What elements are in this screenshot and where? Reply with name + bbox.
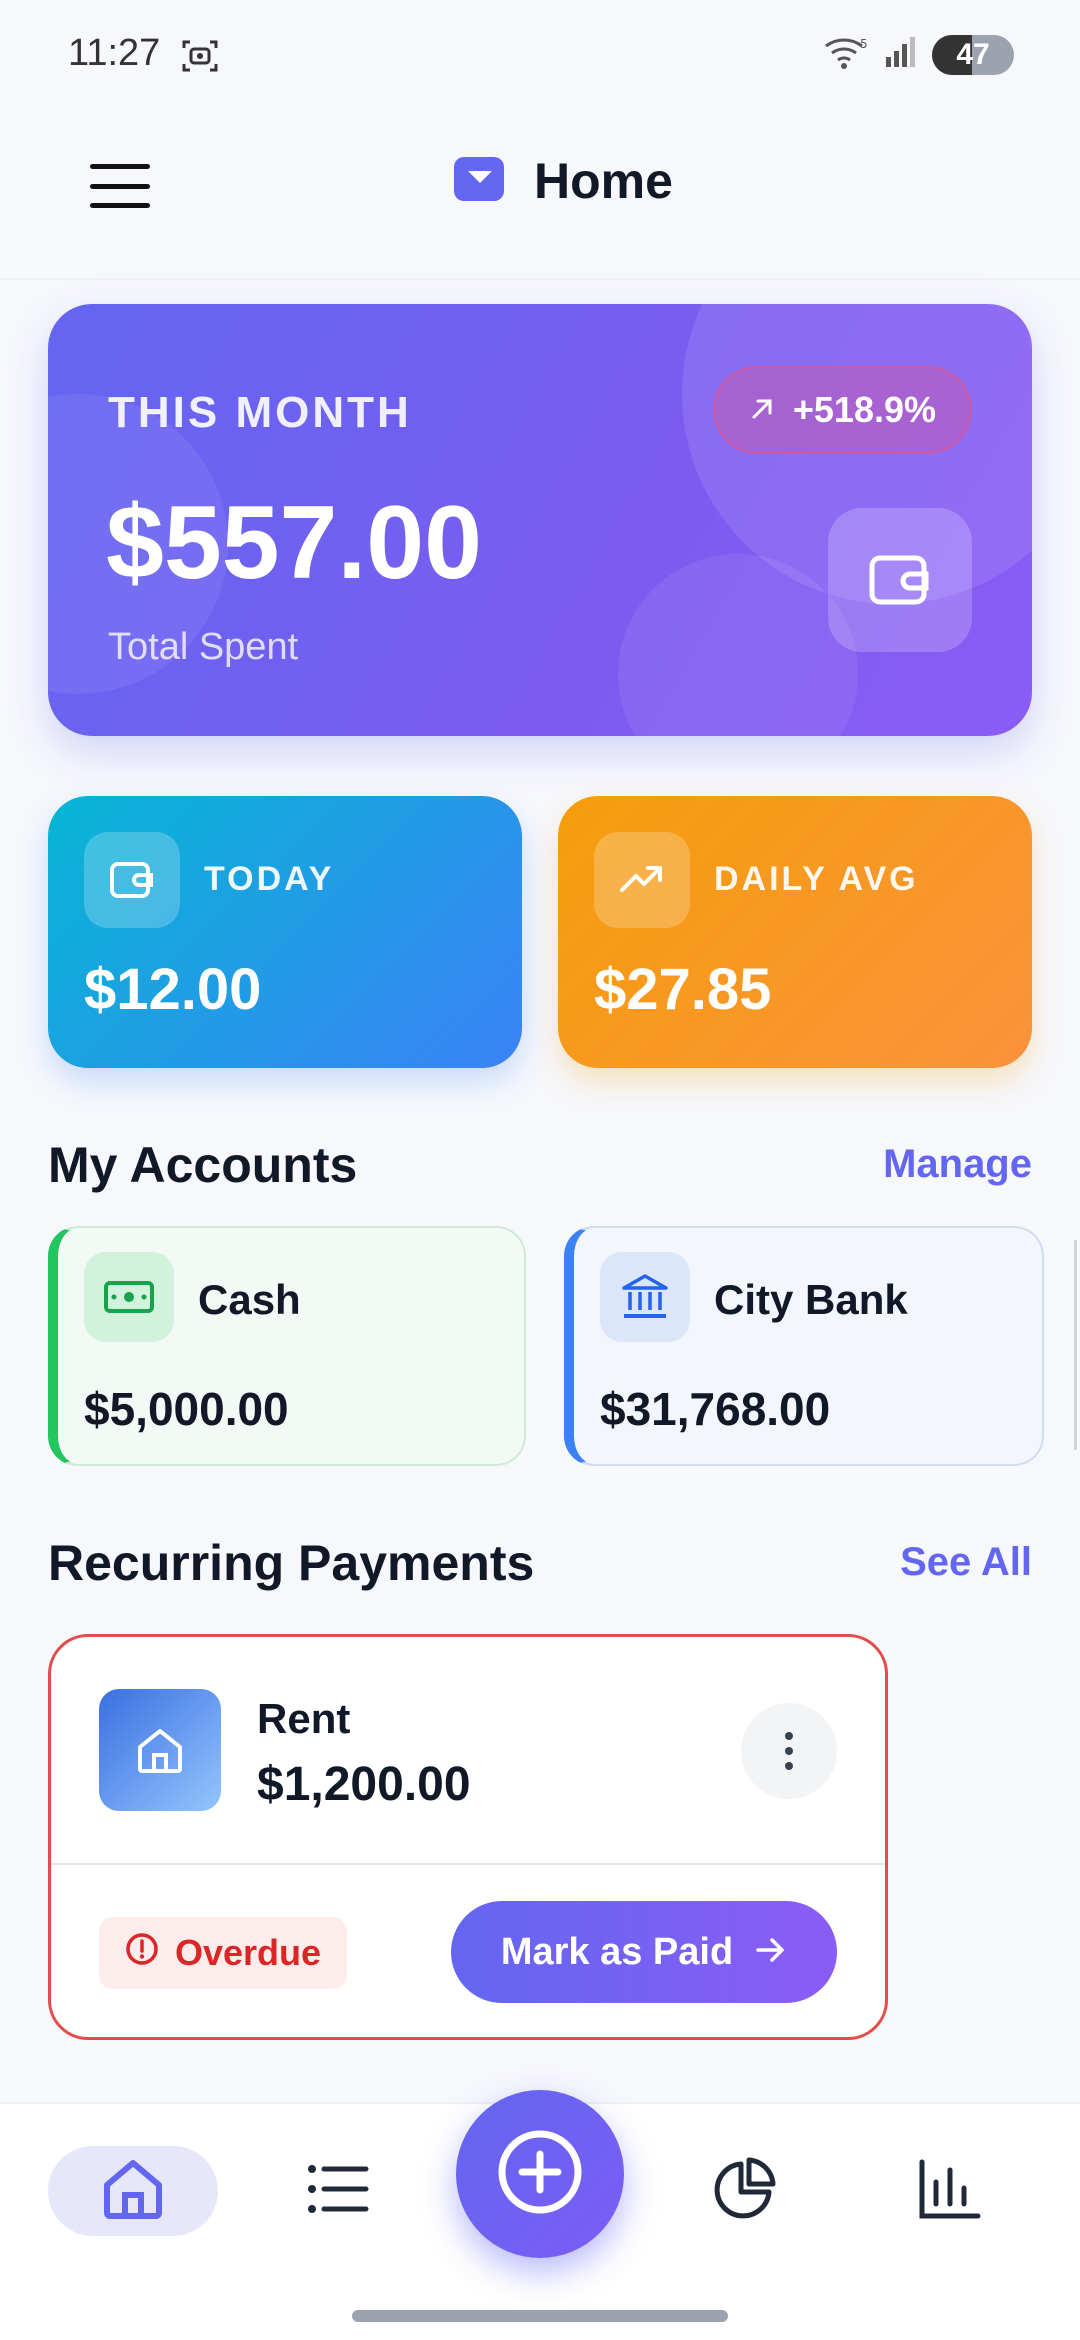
wallet-logo-icon	[452, 153, 508, 210]
summary-period-label: THIS MONTH	[108, 388, 412, 437]
cash-icon	[84, 1252, 174, 1342]
account-balance: $31,768.00	[600, 1383, 831, 1435]
status-badge: Overdue	[99, 1917, 348, 1989]
recurring-payment-card[interactable]: Rent $1,200.00 Overdue Mark as Paid	[48, 1634, 888, 2040]
arrow-up-right-icon	[749, 389, 775, 431]
account-card-cash[interactable]: Cash $5,000.00	[48, 1226, 526, 1466]
today-stat-card[interactable]: TODAY $12.00	[48, 796, 522, 1068]
status-bar: 11:27 5 47	[0, 0, 1080, 110]
divider	[51, 1863, 885, 1865]
manage-accounts-link[interactable]: Manage	[883, 1142, 1032, 1187]
list-icon	[306, 2161, 370, 2222]
accounts-section-title: My Accounts	[48, 1137, 358, 1193]
arrow-right-icon	[755, 1931, 787, 1974]
more-options-button[interactable]	[741, 1703, 837, 1799]
bar-chart-icon	[918, 2158, 982, 2225]
see-all-link[interactable]: See All	[900, 1540, 1032, 1585]
add-transaction-button[interactable]	[456, 2090, 624, 2258]
daily-avg-label: DAILY AVG	[714, 860, 919, 898]
status-text: Overdue	[175, 1932, 322, 1973]
account-name: Cash	[198, 1276, 301, 1323]
mark-as-paid-label: Mark as Paid	[500, 1930, 734, 1973]
mark-as-paid-button[interactable]: Mark as Paid	[451, 1901, 837, 2003]
battery-indicator: 47	[932, 34, 1014, 75]
daily-avg-stat-card[interactable]: DAILY AVG $27.85	[558, 796, 1032, 1068]
summary-amount: $557.00	[106, 485, 482, 601]
next-account-card-peek[interactable]	[1074, 1240, 1080, 1450]
add-icon	[494, 2126, 586, 2223]
menu-button[interactable]	[90, 156, 150, 216]
svg-text:5: 5	[860, 37, 868, 51]
app-bar: Home	[0, 110, 1080, 280]
nav-home[interactable]	[48, 2146, 218, 2236]
pie-chart-icon	[711, 2156, 777, 2227]
battery-level: 47	[956, 37, 990, 71]
wallet-icon	[84, 832, 180, 928]
today-label: TODAY	[204, 860, 335, 898]
account-name: City Bank	[714, 1276, 908, 1323]
account-balance: $5,000.00	[84, 1383, 289, 1435]
monthly-summary-card[interactable]: THIS MONTH $557.00 Total Spent +518.9%	[48, 304, 1032, 736]
status-time: 11:27	[68, 32, 161, 74]
today-value: $12.00	[84, 957, 262, 1022]
wallet-icon	[828, 508, 972, 652]
change-value: +518.9%	[792, 389, 936, 430]
home-indicator[interactable]	[352, 2310, 728, 2322]
screenshot-icon	[180, 36, 220, 81]
change-badge: +518.9%	[712, 366, 972, 454]
daily-avg-value: $27.85	[594, 957, 772, 1022]
alert-circle-icon	[125, 1932, 159, 1975]
account-card-city-bank[interactable]: City Bank $31,768.00	[564, 1226, 1044, 1466]
recurring-section-title: Recurring Payments	[48, 1535, 535, 1591]
house-icon	[99, 1689, 221, 1811]
nav-budget[interactable]	[696, 2146, 792, 2236]
nav-reports[interactable]	[902, 2146, 998, 2236]
payment-amount: $1,200.00	[257, 1758, 471, 1811]
payment-name: Rent	[257, 1695, 351, 1742]
page-title: Home	[534, 153, 673, 209]
trending-up-icon	[594, 832, 690, 928]
signal-icon	[884, 35, 918, 74]
nav-transactions[interactable]	[290, 2146, 386, 2236]
more-vertical-icon	[785, 1732, 793, 1740]
wifi-icon: 5	[824, 34, 870, 75]
home-icon	[99, 2157, 167, 2226]
summary-subtitle: Total Spent	[108, 626, 299, 668]
bank-icon	[600, 1252, 690, 1342]
